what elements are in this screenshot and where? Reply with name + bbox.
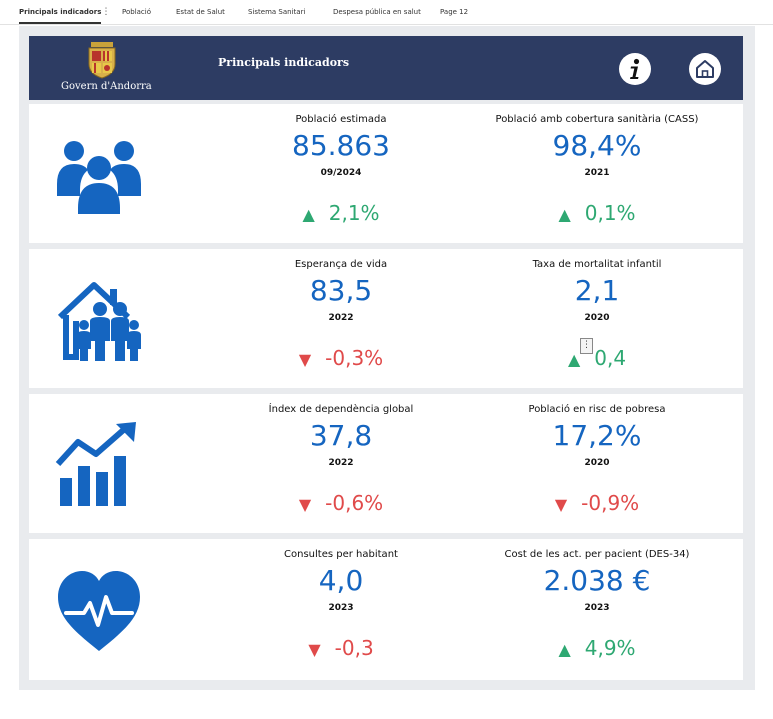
kpi-period: 2020 [584, 313, 610, 323]
tab-principals-indicadors[interactable]: Principals indicadors [19, 0, 102, 24]
arrow-down-icon: ▼ [554, 495, 568, 514]
govern-andorra-logo: Govern d'Andorra [29, 36, 175, 100]
kpi-label: Població estimada [295, 114, 387, 125]
kpi-label: Població en risc de pobresa [528, 404, 666, 415]
info-icon [619, 53, 651, 85]
kpi-label: Taxa de mortalitat infantil [532, 259, 662, 270]
indicator-card-life: Esperança de vida 83,5 2022 ▼ -0,3% Taxa … [29, 249, 743, 388]
kpi-value: 4,0 [318, 564, 364, 597]
family-house-icon [54, 279, 144, 369]
arrow-down-icon: ▼ [298, 495, 312, 514]
kpi-value: 2.038 € [543, 564, 651, 597]
kpi-period: 2021 [584, 168, 610, 178]
growth-chart-icon [54, 420, 144, 510]
indicator-card-population: Població estimada 85.863 09/2024 ▲ 2,1% P… [29, 104, 743, 243]
kpi-label: Consultes per habitant [284, 549, 398, 560]
tab-despesa-publica[interactable]: Despesa pública en salut [333, 0, 421, 22]
kpi-label: Cost de les act. per pacient (DES-34) [504, 549, 690, 560]
arrow-up-icon: ▲ [558, 640, 571, 659]
home-icon [689, 53, 721, 85]
arrow-down-icon: ▼ [308, 640, 321, 659]
indicator-card-social: Índex de dependència global 37,8 2022 ▼ -… [29, 394, 743, 533]
kpi-period: 2022 [328, 458, 354, 468]
arrow-up-icon: ▲ [567, 350, 581, 369]
kpi-value: 98,4% [552, 129, 642, 162]
kpi-value: 83,5 [309, 274, 373, 307]
kpi-value: 37,8 [309, 419, 373, 452]
heart-pulse-icon [54, 567, 144, 657]
kpi-label: Població amb cobertura sanitària (CASS) [495, 114, 699, 125]
kpi-period: 2023 [328, 603, 354, 613]
kpi-change: ▲ 0,4 [567, 346, 627, 370]
header-banner: Govern d'Andorra Principals indicadors [29, 36, 743, 100]
arrow-up-icon: ▲ [558, 205, 571, 224]
tab-page-12[interactable]: Page 12 [440, 0, 468, 22]
tab-sistema-sanitari[interactable]: Sistema Sanitari [248, 0, 305, 22]
kpi-change: ▼ -0,9% [554, 491, 640, 515]
kpi-change: ▲ 4,9% [558, 636, 636, 660]
kpi-period: 2022 [328, 313, 354, 323]
kpi-change: ▲ 2,1% [302, 201, 380, 225]
kpi-period: 2023 [584, 603, 610, 613]
kpi-value: 17,2% [552, 419, 642, 452]
indicator-card-healthcare: Consultes per habitant 4,0 2023 ▼ -0,3 Co… [29, 539, 743, 680]
report-tab-bar: Principals indicadors ⋮ Població Estat d… [0, 0, 773, 25]
visual-options-button[interactable]: ⋮ [580, 338, 593, 354]
kpi-change: ▼ -0,6% [298, 491, 384, 515]
arrow-down-icon: ▼ [298, 350, 312, 369]
tab-more-options-icon[interactable]: ⋮ [101, 6, 111, 18]
kpi-period: 09/2024 [320, 168, 362, 178]
kpi-label: Esperança de vida [294, 259, 388, 270]
arrow-up-icon: ▲ [302, 205, 315, 224]
home-button[interactable] [688, 52, 722, 86]
people-icon [54, 134, 144, 224]
kpi-period: 2020 [584, 458, 610, 468]
kpi-label: Índex de dependència global [268, 404, 414, 415]
logo-text: Govern d'Andorra [61, 81, 152, 92]
kpi-change: ▲ 0,1% [558, 201, 636, 225]
tab-estat-de-salut[interactable]: Estat de Salut [176, 0, 225, 22]
page-title: Principals indicadors [218, 56, 350, 69]
info-button[interactable] [618, 52, 652, 86]
kpi-value: 2,1 [574, 274, 620, 307]
kpi-change: ▼ -0,3% [298, 346, 384, 370]
kpi-value: 85.863 [292, 129, 390, 162]
tab-poblacio[interactable]: Població [122, 0, 151, 22]
kpi-change: ▼ -0,3 [308, 636, 374, 660]
